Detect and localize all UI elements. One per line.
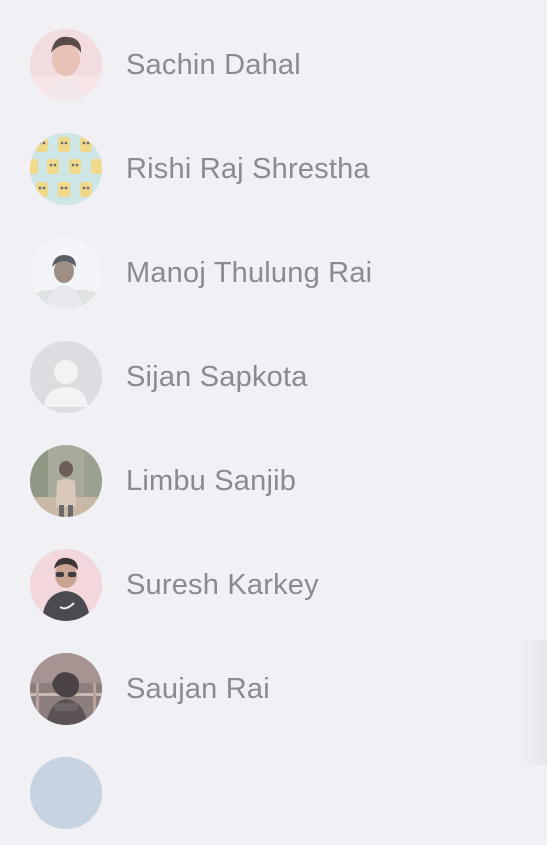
avatar [30,237,102,309]
contact-name: Suresh Karkey [126,568,319,601]
profile-photo-icon [30,757,102,829]
contact-list: Sachin Dahal Rishi Raj Shrestha Manoj Th… [0,0,547,829]
profile-photo-icon [30,29,102,101]
avatar [30,653,102,725]
avatar [30,341,102,413]
profile-photo-icon [30,549,102,621]
contact-name: Saujan Rai [126,672,270,705]
contact-name: Sachin Dahal [126,48,301,81]
contact-row[interactable]: Sijan Sapkota [0,325,547,429]
contact-name: Manoj Thulung Rai [126,256,373,289]
contact-row[interactable]: Limbu Sanjib [0,429,547,533]
profile-photo-icon [30,445,102,517]
contact-row[interactable]: Sachin Dahal [0,13,547,117]
contact-row[interactable]: Manoj Thulung Rai [0,221,547,325]
avatar [30,133,102,205]
avatar [30,549,102,621]
default-person-icon [30,341,102,413]
profile-photo-icon [30,237,102,309]
avatar [30,757,102,829]
contact-row[interactable] [0,741,547,845]
contact-name: Sijan Sapkota [126,360,308,393]
contact-row[interactable]: Saujan Rai [0,637,547,741]
contact-name: Limbu Sanjib [126,464,297,497]
contact-name: Rishi Raj Shrestha [126,152,370,185]
cartoon-pattern-icon [30,133,102,205]
contact-row[interactable]: Rishi Raj Shrestha [0,117,547,221]
avatar [30,445,102,517]
contact-row[interactable]: Suresh Karkey [0,533,547,637]
edge-shadow [517,640,547,765]
avatar [30,29,102,101]
profile-photo-icon [30,653,102,725]
